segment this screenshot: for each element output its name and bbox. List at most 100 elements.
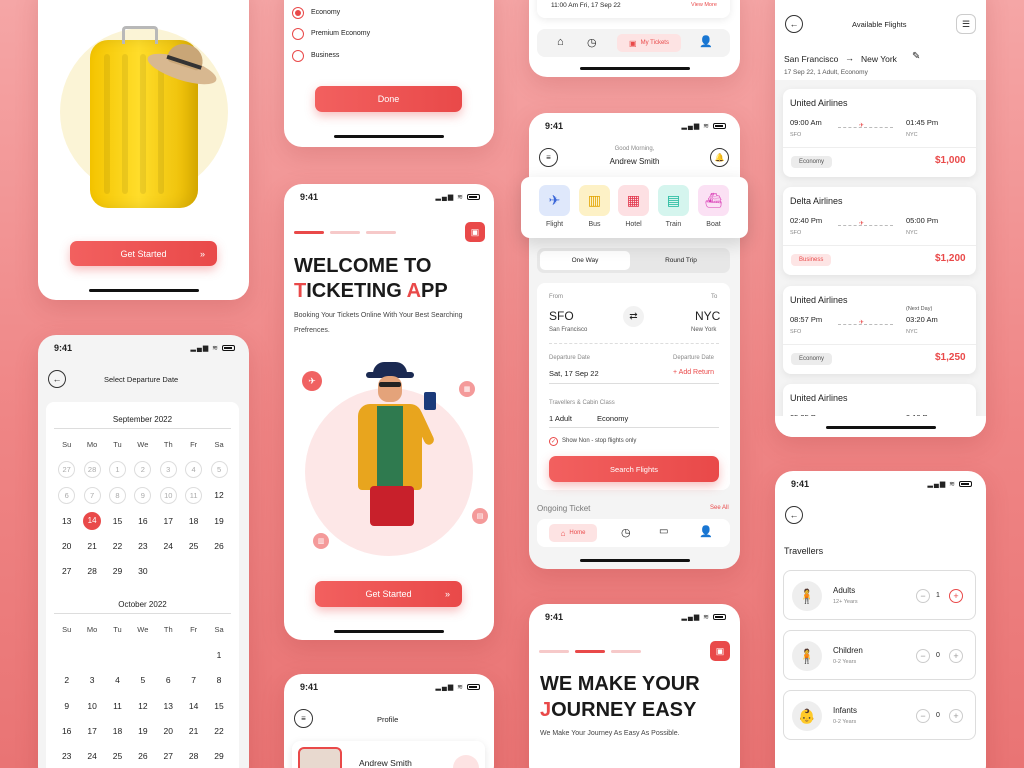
increment-button[interactable]: + — [949, 709, 963, 723]
calendar-day[interactable]: 19 — [206, 508, 231, 533]
calendar-day[interactable]: 18 — [181, 508, 206, 533]
calendar-day[interactable]: 15 — [206, 693, 231, 718]
decrement-button[interactable]: − — [916, 709, 930, 723]
calendar-day[interactable]: 1 — [105, 457, 130, 482]
home-icon[interactable]: ⌂ — [557, 36, 564, 48]
calendar-day[interactable]: 17 — [79, 718, 104, 743]
get-started-button[interactable]: Get Started » — [315, 581, 462, 607]
transport-boat[interactable]: ⛴ — [698, 185, 729, 216]
edit-icon[interactable]: ✎ — [912, 51, 920, 62]
calendar-day[interactable]: 5 — [206, 457, 231, 482]
add-return-link[interactable]: + Add Return — [673, 369, 714, 376]
calendar-day[interactable]: 4 — [105, 668, 130, 693]
calendar-day[interactable]: 20 — [54, 533, 79, 558]
view-more-link[interactable]: View More — [691, 2, 717, 8]
calendar-day[interactable]: 11 — [181, 483, 206, 508]
calendar-day[interactable]: 25 — [181, 533, 206, 558]
decrement-button[interactable]: − — [916, 649, 930, 663]
calendar-day[interactable]: 19 — [130, 718, 155, 743]
calendar-day[interactable]: 16 — [54, 718, 79, 743]
clock-icon[interactable]: ◷ — [621, 526, 631, 539]
calendar-day[interactable]: 21 — [79, 533, 104, 558]
get-started-button[interactable]: Get Started » — [70, 241, 217, 266]
calendar-day[interactable]: 26 — [130, 743, 155, 768]
decrement-button[interactable]: − — [916, 589, 930, 603]
calendar-day[interactable]: 10 — [79, 693, 104, 718]
calendar-day[interactable]: 13 — [156, 693, 181, 718]
swap-button[interactable]: ⇄ — [623, 306, 644, 327]
calendar-day[interactable]: 4 — [181, 457, 206, 482]
calendar-day[interactable]: 28 — [181, 743, 206, 768]
calendar-day[interactable]: 6 — [156, 668, 181, 693]
calendar-day[interactable]: 9 — [130, 483, 155, 508]
calendar-day[interactable]: 7 — [79, 483, 104, 508]
flight-card[interactable]: Delta Airlines 02:40 Pm 05:00 Pm SFO NYC… — [783, 187, 976, 275]
transport-bus[interactable]: ▥ — [579, 185, 610, 216]
calendar-day[interactable]: 15 — [105, 508, 130, 533]
option-economy[interactable]: Economy — [292, 7, 482, 21]
option-premium-economy[interactable]: Premium Economy — [292, 28, 482, 42]
back-button[interactable]: ← — [48, 370, 66, 388]
calendar-day[interactable]: 17 — [156, 508, 181, 533]
edit-profile-button[interactable] — [453, 755, 479, 768]
calendar-day[interactable]: 7 — [181, 668, 206, 693]
filter-button[interactable]: ☰ — [956, 14, 976, 34]
nav-tab-home[interactable]: ⌂ Home — [549, 524, 597, 542]
ticket-icon[interactable]: ▭ — [659, 526, 668, 537]
profile-icon[interactable]: 👤 — [699, 35, 713, 48]
see-all-link[interactable]: See All — [710, 505, 729, 511]
calendar-day[interactable]: 10 — [156, 483, 181, 508]
increment-button[interactable]: + — [949, 649, 963, 663]
done-button[interactable]: Done — [315, 86, 462, 112]
calendar-day[interactable]: 2 — [130, 457, 155, 482]
option-business[interactable]: Business — [292, 50, 482, 64]
calendar-day[interactable]: 24 — [156, 533, 181, 558]
calendar-day[interactable]: 28 — [79, 457, 104, 482]
calendar-day[interactable]: 29 — [206, 743, 231, 768]
nav-tab-my-tickets[interactable]: ▣ My Tickets — [617, 34, 681, 52]
calendar-day[interactable]: 14 — [79, 508, 104, 533]
transport-flight[interactable]: ✈ — [539, 185, 570, 216]
notification-button[interactable]: 🔔 — [710, 148, 729, 167]
calendar-day[interactable]: 9 — [54, 693, 79, 718]
calendar-day[interactable]: 5 — [130, 668, 155, 693]
calendar-day[interactable]: 11 — [105, 693, 130, 718]
calendar-day[interactable]: 26 — [206, 533, 231, 558]
transport-train[interactable]: ▤ — [658, 185, 689, 216]
calendar-day[interactable]: 25 — [105, 743, 130, 768]
calendar-day[interactable]: 20 — [156, 718, 181, 743]
calendar-day[interactable]: 23 — [130, 533, 155, 558]
calendar-day[interactable]: 30 — [130, 558, 155, 583]
transport-hotel[interactable]: ▦ — [618, 185, 649, 216]
calendar-day[interactable]: 6 — [54, 483, 79, 508]
tab-round-trip[interactable]: Round Trip — [636, 251, 726, 270]
calendar-day[interactable]: 12 — [206, 483, 231, 508]
tab-one-way[interactable]: One Way — [540, 251, 630, 270]
profile-icon[interactable]: 👤 — [699, 525, 713, 538]
calendar-day[interactable]: 2 — [54, 668, 79, 693]
calendar-day[interactable]: 27 — [156, 743, 181, 768]
search-flights-button[interactable]: Search Flights — [549, 456, 719, 482]
flight-card[interactable]: United Airlines 09:00 Am 01:45 Pm SFO NY… — [783, 89, 976, 177]
calendar-day[interactable]: 16 — [130, 508, 155, 533]
calendar-day[interactable]: 18 — [105, 718, 130, 743]
calendar-day[interactable]: 8 — [105, 483, 130, 508]
calendar-day[interactable]: 27 — [54, 558, 79, 583]
calendar-day[interactable]: 8 — [206, 668, 231, 693]
calendar-day[interactable]: 24 — [79, 743, 104, 768]
calendar-day[interactable]: 14 — [181, 693, 206, 718]
calendar-day[interactable]: 22 — [105, 533, 130, 558]
calendar-day[interactable]: 21 — [181, 718, 206, 743]
menu-button[interactable]: ≡ — [294, 709, 313, 728]
calendar-day[interactable]: 1 — [206, 642, 231, 667]
cabin-class[interactable]: Economy — [597, 414, 628, 423]
departure-date[interactable]: Sat, 17 Sep 22 — [549, 369, 599, 378]
calendar-day[interactable]: 12 — [130, 693, 155, 718]
traveller-count[interactable]: 1 Adult — [549, 414, 572, 423]
calendar-day[interactable]: 3 — [156, 457, 181, 482]
calendar-day[interactable]: 3 — [79, 668, 104, 693]
calendar-day[interactable]: 23 — [54, 743, 79, 768]
calendar-day[interactable]: 22 — [206, 718, 231, 743]
calendar-day[interactable]: 13 — [54, 508, 79, 533]
back-button[interactable]: ← — [785, 15, 803, 33]
